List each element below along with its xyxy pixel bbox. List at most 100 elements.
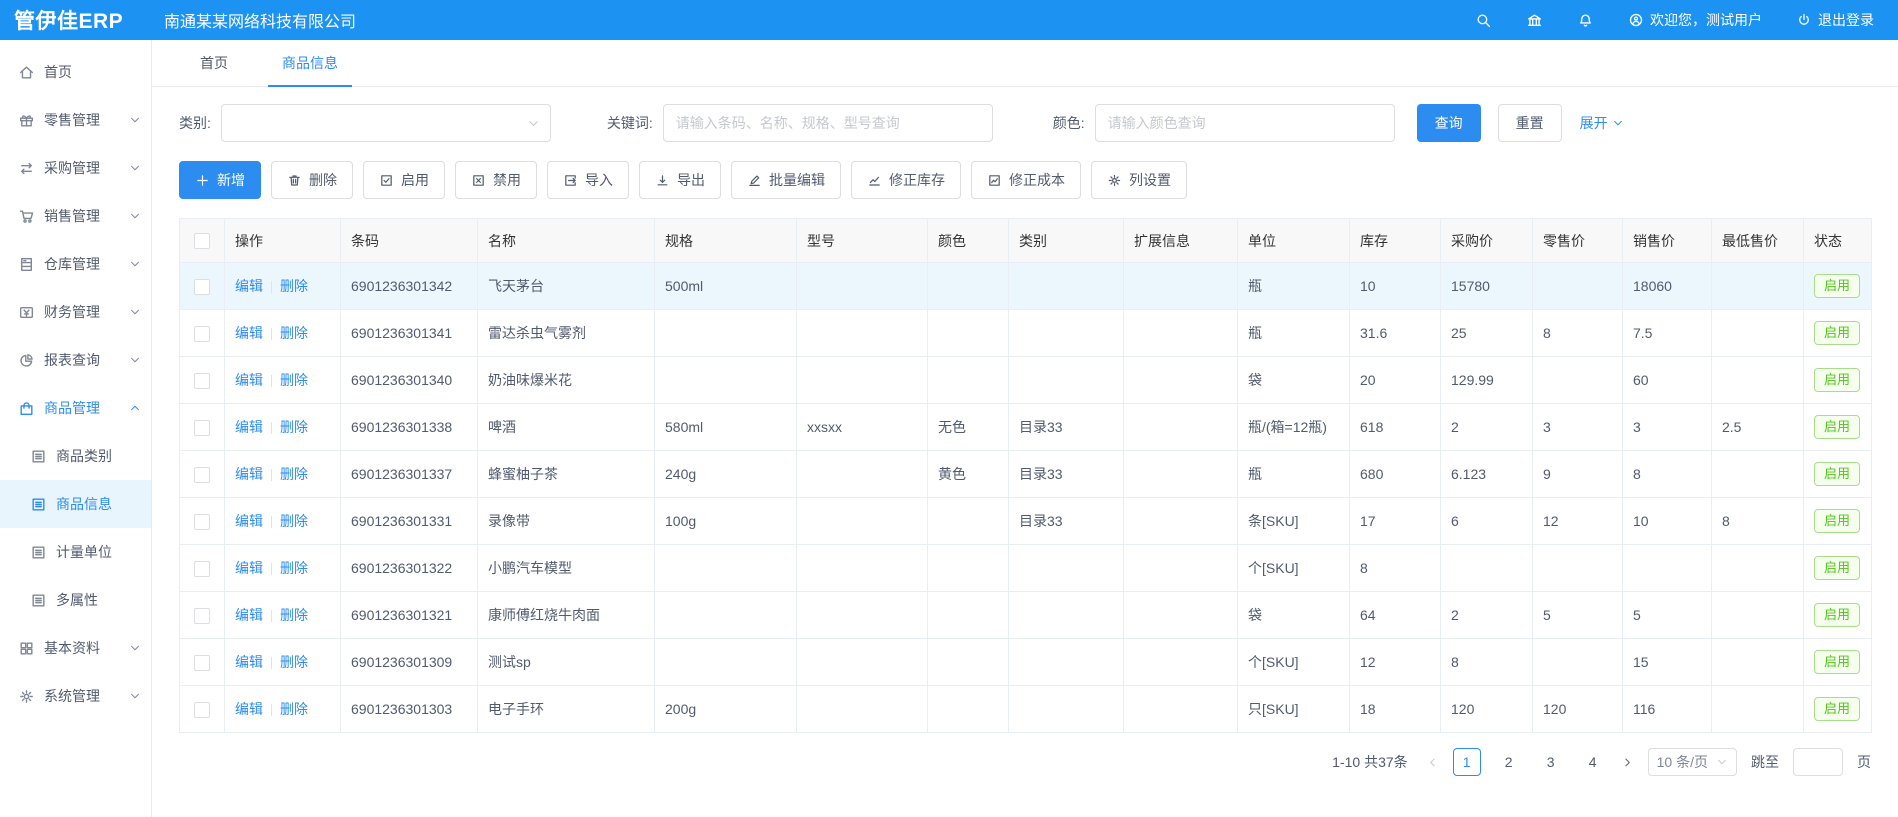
bell-icon[interactable] (1577, 12, 1594, 29)
toolbar-button-禁用[interactable]: 禁用 (455, 161, 537, 199)
page-number-1[interactable]: 1 (1453, 748, 1481, 776)
sidebar-item-基本资料[interactable]: 基本资料 (0, 624, 151, 672)
sidebar-item-计量单位[interactable]: 计量单位 (0, 528, 151, 576)
welcome-user[interactable]: 欢迎您，测试用户 (1628, 10, 1762, 30)
category-select[interactable] (221, 104, 551, 142)
toolbar-button-导入[interactable]: 导入 (547, 161, 629, 199)
delete-link[interactable]: 删除 (280, 701, 308, 717)
sidebar-item-销售管理[interactable]: 销售管理 (0, 192, 151, 240)
page-number-3[interactable]: 3 (1537, 748, 1565, 776)
keyword-input[interactable] (663, 104, 993, 142)
row-checkbox[interactable] (194, 702, 210, 718)
edit-link[interactable]: 编辑 (235, 560, 263, 576)
keyword-label: 关键词: (607, 113, 653, 133)
row-actions: 编辑 删除 (225, 592, 341, 639)
row-checkbox[interactable] (194, 608, 210, 624)
expand-link[interactable]: 展开 (1580, 113, 1624, 133)
chevron-up-icon (129, 402, 141, 414)
row-checkbox[interactable] (194, 561, 210, 577)
sidebar-item-系统管理[interactable]: 系统管理 (0, 672, 151, 720)
cell-purchase: 6 (1441, 498, 1533, 545)
sidebar-item-多属性[interactable]: 多属性 (0, 576, 151, 624)
toolbar-button-修正成本[interactable]: 修正成本 (971, 161, 1081, 199)
sidebar-item-仓库管理[interactable]: 仓库管理 (0, 240, 151, 288)
delete-link[interactable]: 删除 (280, 607, 308, 623)
sidebar-item-零售管理[interactable]: 零售管理 (0, 96, 151, 144)
toolbar-button-导出[interactable]: 导出 (639, 161, 721, 199)
next-page-button[interactable] (1621, 756, 1634, 769)
cell-category (1009, 592, 1124, 639)
toolbar-button-批量编辑[interactable]: 批量编辑 (731, 161, 841, 199)
column-header-库存: 库存 (1350, 219, 1441, 263)
row-checkbox[interactable] (194, 373, 210, 389)
sidebar-item-商品管理[interactable]: 商品管理 (0, 384, 151, 432)
reset-button[interactable]: 重置 (1498, 104, 1562, 142)
color-input[interactable] (1095, 104, 1395, 142)
row-checkbox[interactable] (194, 655, 210, 671)
cell-purchase: 8 (1441, 639, 1533, 686)
cell-unit: 瓶 (1238, 263, 1350, 310)
edit-link[interactable]: 编辑 (235, 654, 263, 670)
sidebar-item-报表查询[interactable]: 报表查询 (0, 336, 151, 384)
toolbar-button-label: 删除 (309, 170, 337, 190)
delete-link[interactable]: 删除 (280, 654, 308, 670)
delete-link[interactable]: 删除 (280, 560, 308, 576)
cell-stock: 20 (1350, 357, 1441, 404)
toolbar-button-启用[interactable]: 启用 (363, 161, 445, 199)
edit-link[interactable]: 编辑 (235, 466, 263, 482)
cell-barcode: 6901236301340 (341, 357, 478, 404)
cell-category (1009, 357, 1124, 404)
tab-商品信息[interactable]: 商品信息 (268, 40, 352, 86)
row-checkbox[interactable] (194, 326, 210, 342)
page-size-select[interactable]: 10 条/页 (1648, 748, 1737, 776)
prev-page-button[interactable] (1426, 756, 1439, 769)
search-button[interactable]: 查询 (1417, 104, 1481, 142)
delete-link[interactable]: 删除 (280, 466, 308, 482)
edit-link[interactable]: 编辑 (235, 607, 263, 623)
delete-link[interactable]: 删除 (280, 372, 308, 388)
cell-spec: 240g (655, 451, 797, 498)
row-checkbox[interactable] (194, 514, 210, 530)
sidebar-item-商品信息[interactable]: 商品信息 (0, 480, 151, 528)
delete-link[interactable]: 删除 (280, 325, 308, 341)
edit-link[interactable]: 编辑 (235, 278, 263, 294)
cell-stock: 17 (1350, 498, 1441, 545)
row-checkbox[interactable] (194, 467, 210, 483)
sidebar-item-商品类别[interactable]: 商品类别 (0, 432, 151, 480)
sidebar-item-采购管理[interactable]: 采购管理 (0, 144, 151, 192)
page-number-4[interactable]: 4 (1579, 748, 1607, 776)
row-checkbox[interactable] (194, 420, 210, 436)
delete-link[interactable]: 删除 (280, 278, 308, 294)
edit-link[interactable]: 编辑 (235, 701, 263, 717)
tab-首页[interactable]: 首页 (186, 40, 242, 86)
table-row: 编辑删除6901236301340奶油味爆米花袋20129.9960启用 (180, 357, 1872, 404)
toolbar-button-删除[interactable]: 删除 (271, 161, 353, 199)
bank-icon[interactable] (1526, 12, 1543, 29)
sidebar-item-首页[interactable]: 首页 (0, 48, 151, 96)
page-number-2[interactable]: 2 (1495, 748, 1523, 776)
delete-link[interactable]: 删除 (280, 419, 308, 435)
toolbar-button-新增[interactable]: 新增 (179, 161, 261, 199)
edit-icon (747, 173, 762, 188)
search-icon[interactable] (1475, 12, 1492, 29)
row-checkbox-cell (180, 263, 225, 310)
row-checkbox[interactable] (194, 279, 210, 295)
select-all-checkbox[interactable] (194, 233, 210, 249)
jump-page-input[interactable] (1793, 748, 1843, 776)
edit-link[interactable]: 编辑 (235, 513, 263, 529)
edit-link[interactable]: 编辑 (235, 419, 263, 435)
sidebar-item-财务管理[interactable]: 财务管理 (0, 288, 151, 336)
cell-sale: 5 (1623, 592, 1712, 639)
toolbar-button-修正库存[interactable]: 修正库存 (851, 161, 961, 199)
doc-list-icon (30, 496, 47, 513)
edit-link[interactable]: 编辑 (235, 372, 263, 388)
doc-list-icon (30, 448, 47, 465)
edit-link[interactable]: 编辑 (235, 325, 263, 341)
delete-link[interactable]: 删除 (280, 513, 308, 529)
toolbar-button-列设置[interactable]: 列设置 (1091, 161, 1187, 199)
cell-min (1712, 592, 1804, 639)
column-header-名称: 名称 (478, 219, 655, 263)
cell-sale: 116 (1623, 686, 1712, 733)
cell-status: 启用 (1804, 357, 1872, 404)
logout-button[interactable]: 退出登录 (1796, 10, 1874, 30)
